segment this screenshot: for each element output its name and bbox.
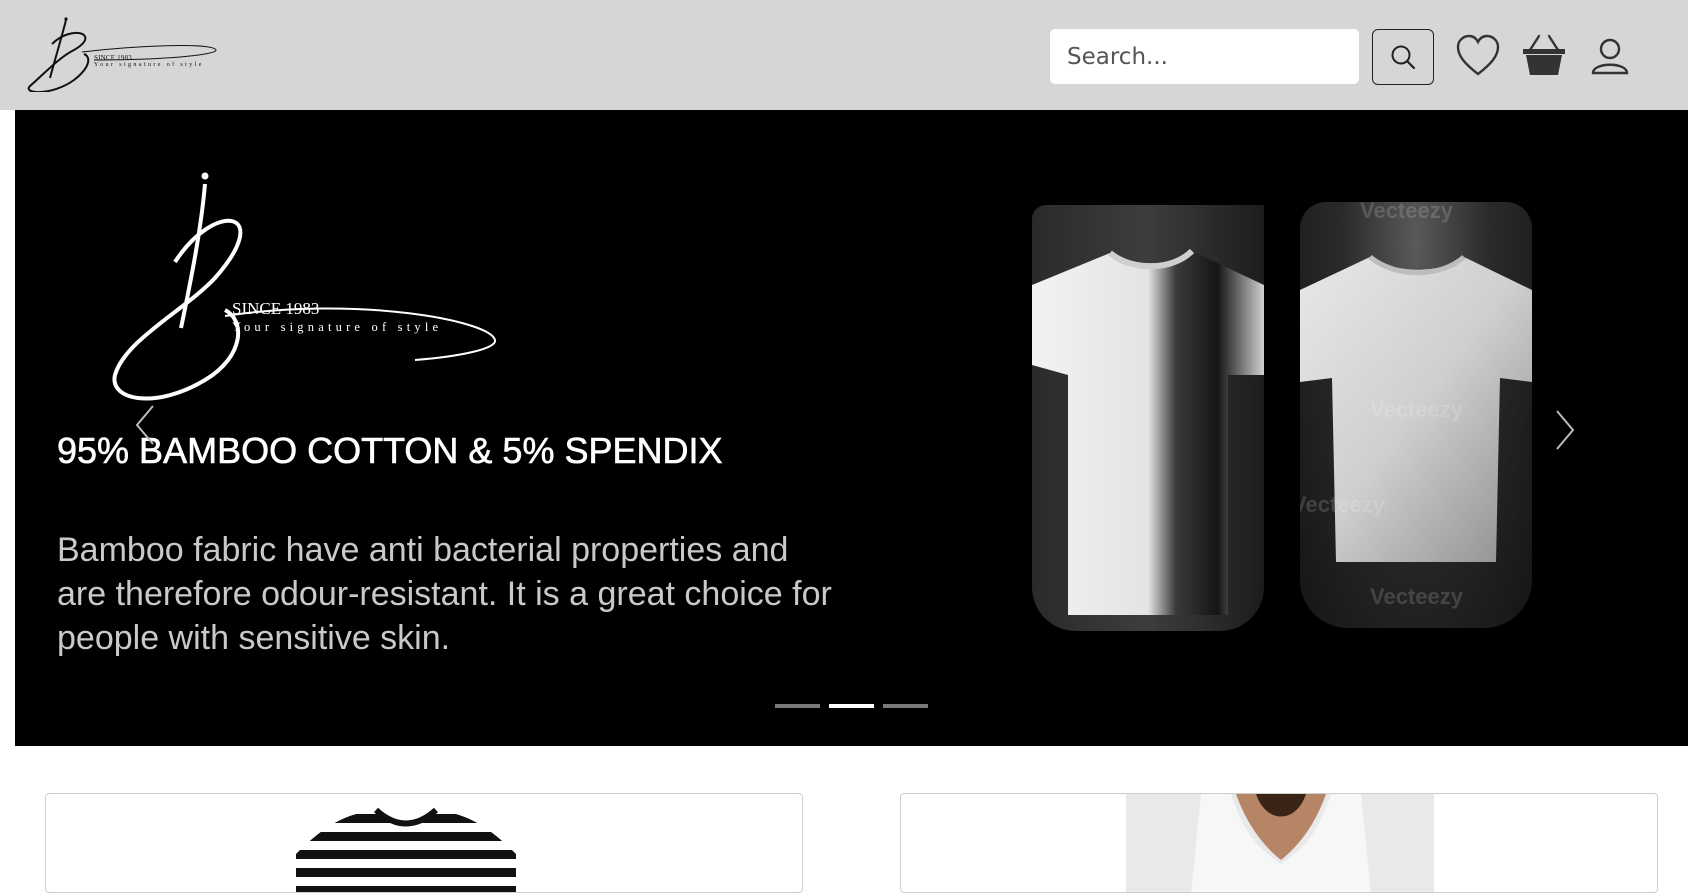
chevron-right-icon xyxy=(1556,410,1575,450)
carousel-indicators xyxy=(775,704,928,708)
hero-since-text: SINCE 1983 xyxy=(232,299,320,318)
carousel-indicator-1[interactable] xyxy=(775,704,820,708)
carousel-next-button[interactable] xyxy=(1545,405,1585,455)
hero-shirt-image-2: Vecteezy Vecteezy Vecteezy Vecteezy xyxy=(1300,202,1532,628)
product-card[interactable] xyxy=(900,793,1658,893)
logo-since-text: SINCE 1983 xyxy=(94,54,132,62)
watermark-text: Vecteezy xyxy=(1300,492,1385,517)
search-button[interactable] xyxy=(1372,29,1434,85)
hero-description: Bamboo fabric have anti bacterial proper… xyxy=(57,531,832,657)
wishlist-button[interactable] xyxy=(1452,30,1504,82)
account-button[interactable] xyxy=(1584,30,1636,82)
watermark-text: Vecteezy xyxy=(1370,397,1463,422)
basket-icon xyxy=(1523,34,1565,75)
search-icon xyxy=(1391,45,1416,70)
heart-icon xyxy=(1456,34,1500,76)
product-card[interactable] xyxy=(45,793,803,893)
hero-tagline-text: Your signature of style xyxy=(232,320,443,334)
hero-logo-mark xyxy=(112,172,496,401)
hero-carousel: SINCE 1983 Your signature of style 95% B… xyxy=(15,110,1688,746)
product-image xyxy=(1126,794,1434,892)
watermark-text: Vecteezy xyxy=(1370,584,1463,609)
site-header: SINCE 1983 Your signature of style xyxy=(0,0,1688,110)
search-input[interactable] xyxy=(1050,29,1359,84)
cart-button[interactable] xyxy=(1518,30,1570,82)
user-icon xyxy=(1591,38,1629,75)
brand-logo[interactable]: SINCE 1983 Your signature of style xyxy=(22,16,236,94)
logo-tagline-text: Your signature of style xyxy=(94,62,204,68)
watermark-text: Vecteezy xyxy=(1360,202,1453,223)
chevron-left-icon xyxy=(135,405,154,445)
carousel-indicator-2[interactable] xyxy=(829,704,874,708)
product-image xyxy=(296,807,516,892)
carousel-indicator-3[interactable] xyxy=(883,704,928,708)
carousel-prev-button[interactable] xyxy=(125,400,165,450)
hero-shirt-image-1 xyxy=(1032,205,1264,631)
